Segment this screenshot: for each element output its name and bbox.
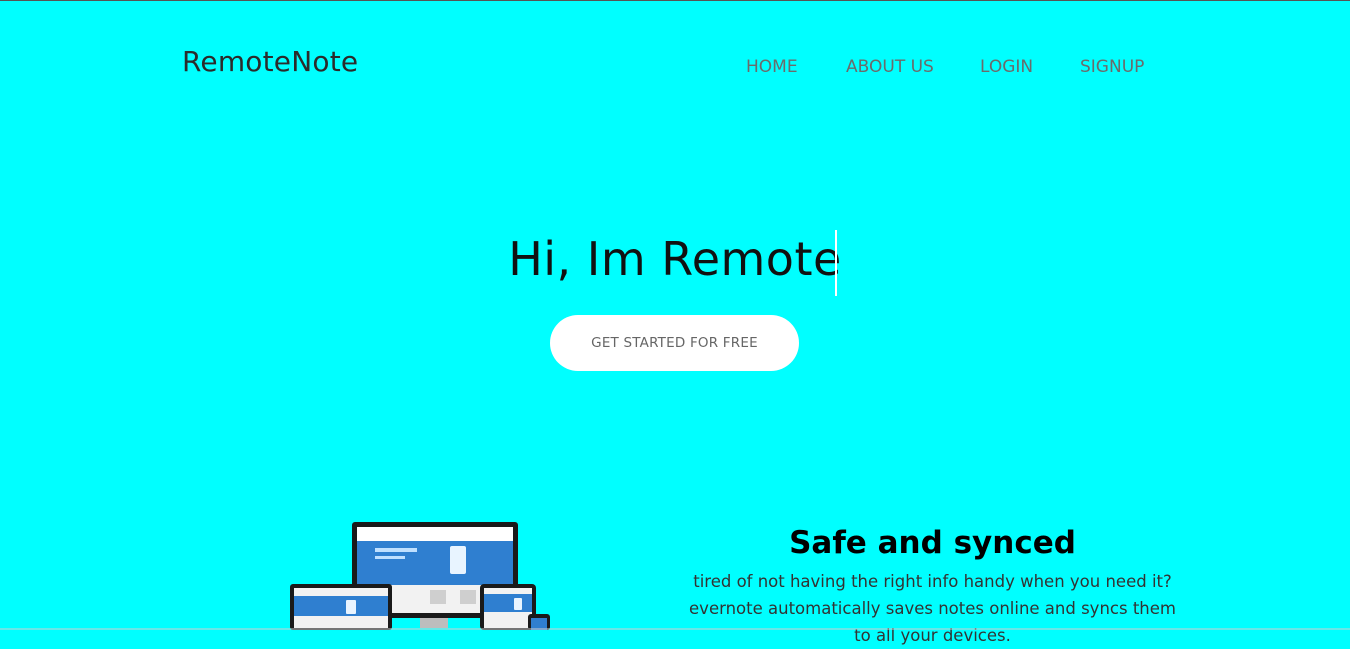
top-border [0, 0, 1350, 1]
get-started-button[interactable]: GET STARTED FOR FREE [550, 315, 799, 371]
nav-about-us[interactable]: ABOUT US [846, 57, 934, 77]
nav-home[interactable]: HOME [746, 57, 798, 77]
feature-title: Safe and synced [789, 525, 1076, 561]
hero-title: Hi, Im Remote [508, 232, 842, 286]
main-nav: HOME ABOUT US LOGIN SIGNUP [0, 57, 1350, 81]
nav-login[interactable]: LOGIN [980, 57, 1033, 77]
nav-signup[interactable]: SIGNUP [1080, 57, 1144, 77]
typing-caret [835, 230, 837, 296]
responsive-devices-illustration [290, 520, 555, 630]
feature-description: tired of not having the right info handy… [689, 572, 1176, 645]
